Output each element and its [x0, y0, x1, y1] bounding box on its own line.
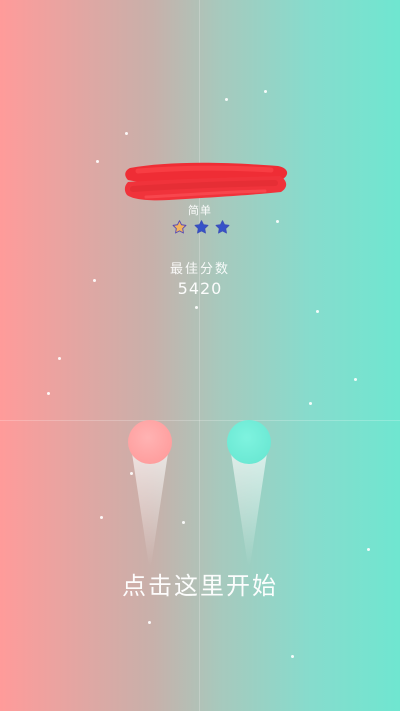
- vertical-guide-line: [199, 0, 200, 711]
- right-ball[interactable]: [227, 420, 271, 464]
- background-dot: [47, 392, 50, 395]
- background-dot: [367, 548, 370, 551]
- background-dot: [276, 220, 279, 223]
- background-dot: [225, 98, 228, 101]
- background-dot: [100, 516, 103, 519]
- game-title-redacted: [124, 162, 288, 201]
- best-score-label: 最佳分数: [169, 262, 230, 277]
- background-dot: [309, 402, 312, 405]
- background-dot: [354, 378, 357, 381]
- background-dot: [316, 310, 319, 313]
- background-dot: [195, 306, 198, 309]
- background-dot: [96, 160, 99, 163]
- background-dot: [148, 621, 151, 624]
- game-screen[interactable]: 简单 最佳分数 5420 点击这里开始: [0, 0, 400, 711]
- left-ball[interactable]: [128, 420, 172, 464]
- background-dot: [291, 655, 294, 658]
- horizontal-guide-line: [0, 420, 400, 421]
- star-icon: [194, 220, 208, 234]
- background-dot: [182, 521, 185, 524]
- star-icon: [215, 220, 230, 234]
- background-dot: [264, 90, 267, 93]
- start-game-prompt[interactable]: 点击这里开始: [0, 566, 400, 601]
- difficulty-stars: [171, 219, 231, 237]
- best-score-value: 5420: [177, 279, 223, 298]
- background-dot: [125, 132, 128, 135]
- difficulty-label: 简单: [188, 204, 212, 217]
- star-icon: [172, 220, 187, 234]
- background-dot: [58, 357, 61, 360]
